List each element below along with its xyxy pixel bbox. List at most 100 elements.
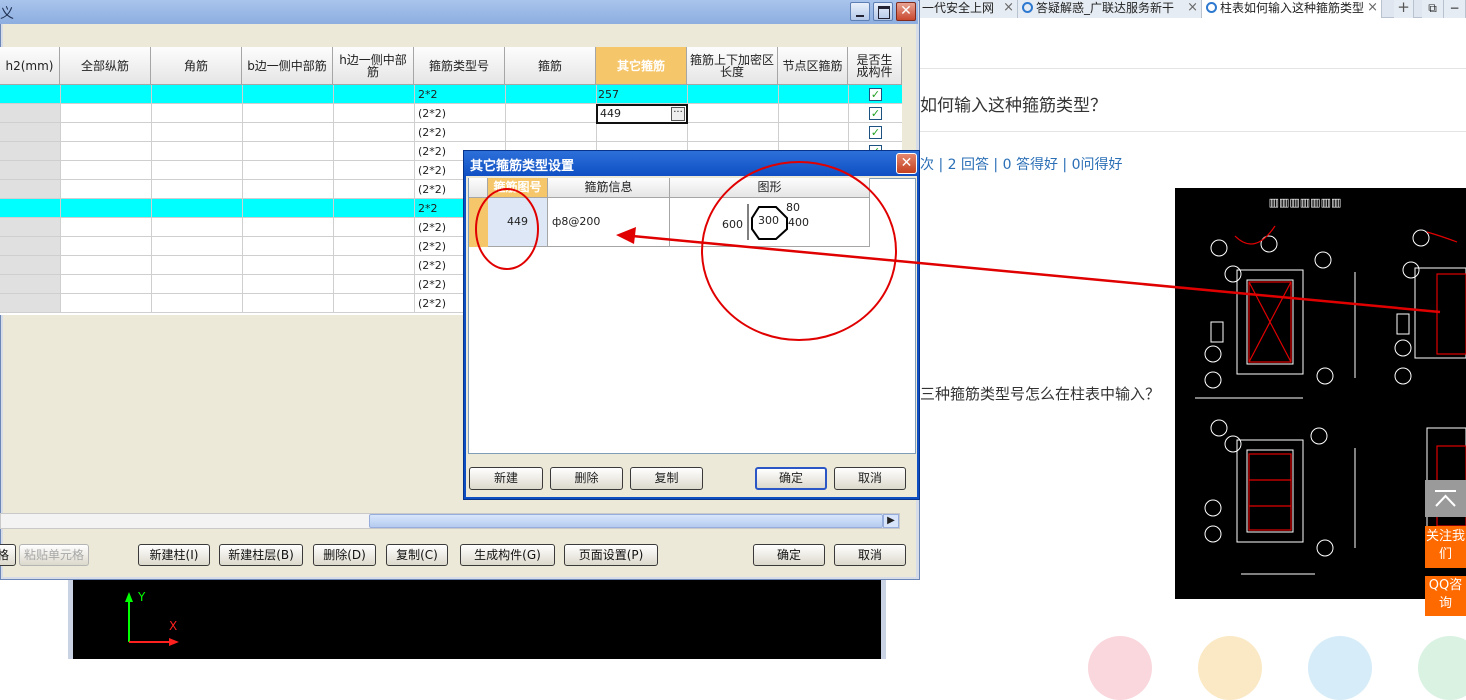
row-header-cell[interactable]	[0, 218, 60, 236]
stirrup-type-cell[interactable]: (2*2)	[418, 278, 446, 291]
like-button[interactable]	[1088, 636, 1152, 700]
column-header[interactable]: 箍筋上下加密区长度	[687, 47, 778, 85]
stirrup-info-cell[interactable]: ф8@200	[548, 198, 670, 247]
other-stirrup-cell[interactable]: 257	[598, 88, 619, 101]
other-stirrup-edit-cell[interactable]: 449 ···	[596, 104, 688, 124]
delete-button[interactable]: 删除	[550, 467, 623, 490]
close-tab-icon[interactable]: ×	[1367, 0, 1378, 16]
stirrup-type-cell[interactable]: (2*2)	[418, 126, 446, 139]
new-column-button[interactable]: 新建柱(I)	[138, 544, 210, 566]
browser-tab-active[interactable]: 柱表如何输入这种箍筋类型 ×	[1202, 0, 1382, 18]
new-button[interactable]: 新建	[469, 467, 543, 490]
paste-cell-button[interactable]: 粘贴单元格	[19, 544, 89, 566]
column-header[interactable]: 角筋	[151, 47, 242, 85]
stirrup-type-cell[interactable]: (2*2)	[418, 107, 446, 120]
cell-divider	[333, 199, 334, 217]
column-header[interactable]: 是否生成构件	[848, 47, 902, 85]
row-header-cell[interactable]	[0, 199, 60, 217]
scroll-top-button[interactable]	[1425, 480, 1466, 517]
stirrup-type-cell[interactable]: (2*2)	[418, 183, 446, 196]
row-header-cell[interactable]	[0, 123, 60, 141]
cell-divider	[151, 275, 152, 293]
cad-viewport[interactable]: Y X	[68, 580, 886, 659]
column-header[interactable]: 全部纵筋	[60, 47, 151, 85]
table-row[interactable]: (2*2) ✓	[0, 104, 902, 123]
row-header-cell[interactable]	[0, 294, 60, 312]
cell-divider	[151, 294, 152, 312]
column-header[interactable]: b边一侧中部筋	[242, 47, 333, 85]
favorite-button[interactable]	[1198, 636, 1262, 700]
scrollbar-thumb[interactable]	[369, 514, 883, 528]
cell-divider	[151, 256, 152, 274]
minimize-icon[interactable]: −	[1444, 0, 1466, 18]
dialog-close-button[interactable]: ✕	[896, 153, 917, 174]
cancel-button[interactable]: 取消	[834, 467, 906, 490]
qq-consult-button[interactable]: QQ咨询	[1425, 576, 1466, 616]
row-header-cell[interactable]	[0, 161, 60, 179]
scroll-right-arrow[interactable]: ▶	[883, 514, 899, 528]
share-button[interactable]	[1308, 636, 1372, 700]
column-header[interactable]: h2(mm)	[0, 47, 60, 85]
close-window-button[interactable]: ✕	[896, 2, 916, 21]
stirrup-type-cell[interactable]: (2*2)	[418, 164, 446, 177]
row-header-cell[interactable]	[0, 180, 60, 198]
maximize-button[interactable]	[873, 2, 893, 21]
restore-icon[interactable]: ⧉	[1422, 0, 1444, 18]
stirrup-type-cell[interactable]: (2*2)	[418, 259, 446, 272]
browser-tab[interactable]: 一代安全上网 ×	[918, 0, 1018, 18]
cell-divider	[242, 294, 243, 312]
column-header[interactable]: 箍筋	[505, 47, 596, 85]
column-header[interactable]: 节点区箍筋	[778, 47, 848, 85]
cancel-button[interactable]: 取消	[834, 544, 906, 566]
stirrup-type-cell[interactable]: 2*2	[418, 202, 438, 215]
cell-divider	[687, 123, 688, 141]
stirrup-type-cell[interactable]: (2*2)	[418, 145, 446, 158]
follow-us-button[interactable]: 关注我们	[1425, 526, 1466, 568]
table-row[interactable]: (2*2) ✓	[0, 123, 902, 142]
new-column-layer-button[interactable]: 新建柱层(B)	[219, 544, 303, 566]
generate-component-button[interactable]: 生成构件(G)	[460, 544, 555, 566]
generate-checkbox[interactable]: ✓	[869, 88, 882, 101]
top-button[interactable]	[1418, 636, 1466, 700]
stirrup-type-cell[interactable]: (2*2)	[418, 297, 446, 310]
row-header-cell[interactable]	[0, 256, 60, 274]
column-header-selected[interactable]: 其它箍筋	[596, 47, 687, 85]
column-header-selected[interactable]: 箍筋图号	[488, 178, 548, 198]
stirrup-type-cell[interactable]: (2*2)	[418, 240, 446, 253]
page-setup-button[interactable]: 页面设置(P)	[564, 544, 658, 566]
question-stats[interactable]: 次 | 2 回答 | 0 答得好 | 0问得好	[920, 154, 1122, 174]
new-tab-button[interactable]: +	[1394, 0, 1414, 18]
ok-button[interactable]: 确定	[755, 467, 827, 490]
copy-button[interactable]: 复制	[630, 467, 703, 490]
column-header[interactable]: 图形	[670, 178, 870, 198]
table-row[interactable]: 2*2 257 ✓	[0, 85, 902, 104]
column-header[interactable]: 箍筋信息	[548, 178, 670, 198]
row-indicator[interactable]	[469, 198, 488, 247]
generate-checkbox[interactable]: ✓	[869, 126, 882, 139]
minimize-button[interactable]	[850, 2, 870, 21]
cell-divider	[505, 123, 506, 141]
stirrup-number-cell[interactable]: 449	[488, 198, 548, 247]
related-question[interactable]: 三种箍筋类型号怎么在柱表中输入？	[920, 383, 1160, 404]
stirrup-type-cell[interactable]: (2*2)	[418, 221, 446, 234]
ok-button[interactable]: 确定	[753, 544, 825, 566]
browser-tab[interactable]: 答疑解惑_广联达服务新干 ×	[1018, 0, 1202, 18]
close-tab-icon[interactable]: ×	[1187, 0, 1198, 16]
row-header-cell[interactable]	[0, 237, 60, 255]
ellipsis-button[interactable]: ···	[671, 107, 685, 121]
cell-divider	[414, 85, 415, 103]
column-header[interactable]: 箍筋类型号	[414, 47, 505, 85]
rebar-drawing-image[interactable]: ▥▥▥▥▥▥▥	[1175, 188, 1466, 599]
row-header-cell[interactable]	[0, 142, 60, 160]
row-header-cell[interactable]	[0, 85, 60, 103]
generate-checkbox[interactable]: ✓	[869, 107, 882, 120]
row-header-cell[interactable]	[0, 104, 60, 122]
partial-button[interactable]: 格	[0, 544, 16, 566]
delete-button[interactable]: 删除(D)	[313, 544, 376, 566]
close-tab-icon[interactable]: ×	[1003, 0, 1014, 16]
stirrup-type-cell[interactable]: 2*2	[418, 88, 438, 101]
stirrup-shape-cell[interactable]: 600 300 80 400	[670, 198, 870, 247]
copy-button[interactable]: 复制(C)	[386, 544, 448, 566]
column-header[interactable]: h边一侧中部筋	[333, 47, 414, 85]
row-header-cell[interactable]	[0, 275, 60, 293]
